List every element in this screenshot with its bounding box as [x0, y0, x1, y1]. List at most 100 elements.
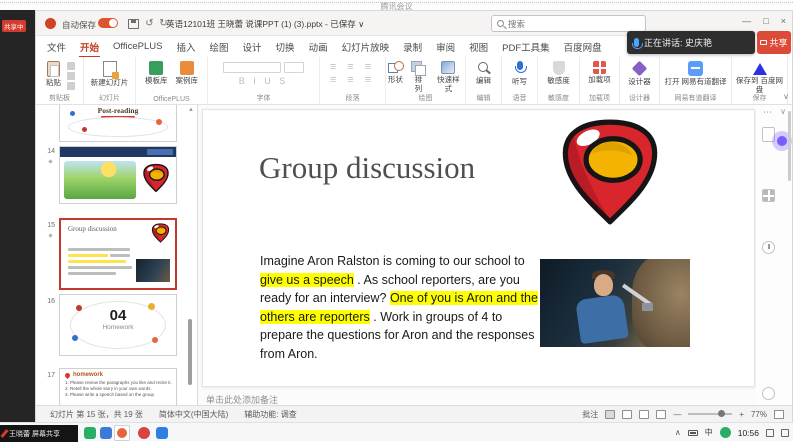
tab-review[interactable]: 审阅: [435, 38, 456, 56]
tab-draw[interactable]: 绘图: [209, 38, 230, 56]
thumbnail-slide-14[interactable]: [59, 146, 177, 204]
input-method-indicator[interactable]: 中: [705, 427, 713, 438]
document-title: 英语12101班 王晓蕾 说课PPT (1) (3).pptx - 已保存 ∨: [166, 18, 466, 30]
zoom-in-button[interactable]: +: [739, 410, 744, 419]
thumbnail-scrollbar[interactable]: [188, 319, 192, 385]
meeting-share-toolbar[interactable]: 王晓蕾 屏幕共享: [0, 425, 78, 442]
pin-logo[interactable]: [558, 118, 662, 226]
taskbar-app-green[interactable]: [84, 427, 96, 439]
thumbnail-slide-16[interactable]: 04 Homework: [59, 294, 177, 356]
tab-design[interactable]: 设计: [242, 38, 263, 56]
battery-icon[interactable]: [688, 430, 698, 436]
tab-baidu-netdisk[interactable]: 百度网盘: [563, 38, 603, 56]
zoom-slider-knob[interactable]: [718, 410, 725, 417]
normal-view-icon[interactable]: [605, 410, 615, 419]
youdao-translate-button[interactable]: 打开 网易有道翻译: [662, 60, 728, 88]
taskbar-app-blue[interactable]: [100, 427, 112, 439]
thumbnail-slide-17[interactable]: homework 1. Please review the paragraphs…: [59, 368, 177, 405]
slide-editing-area: Group discussion Imagine Aron Ralston is…: [198, 105, 756, 405]
maximize-button[interactable]: □: [763, 16, 768, 26]
paragraph-align-buttons[interactable]: ≡ ≡ ≡: [330, 62, 375, 73]
slide-scrollbar[interactable]: [788, 111, 791, 181]
scroll-up-icon[interactable]: ▲: [188, 107, 194, 113]
tab-insert[interactable]: 插入: [176, 38, 197, 56]
aron-ralston-photo[interactable]: [540, 259, 690, 347]
slideshow-view-icon[interactable]: [656, 410, 666, 419]
taskbar-app-blue2[interactable]: [156, 427, 168, 439]
text-line: [68, 266, 132, 269]
reading-view-icon[interactable]: [639, 410, 649, 419]
fit-slide-icon[interactable]: [774, 410, 784, 419]
group-clipboard: 粘贴 剪贴板: [36, 57, 84, 104]
chevron-down-icon[interactable]: ∨: [780, 107, 786, 116]
tray-green-app-icon[interactable]: [720, 427, 731, 438]
dictate-button[interactable]: 听写: [510, 60, 529, 88]
side-bottom-icon[interactable]: [762, 387, 775, 400]
sensitivity-button[interactable]: 敏感度: [545, 60, 572, 87]
cut-icon[interactable]: [67, 62, 75, 70]
copy-icon[interactable]: [67, 72, 75, 80]
designer-icon: [632, 61, 648, 77]
minimize-button[interactable]: —: [742, 16, 751, 26]
powerpoint-app-icon[interactable]: [45, 18, 56, 29]
font-size-select[interactable]: [284, 62, 304, 73]
arrange-button[interactable]: 排列: [409, 60, 428, 94]
format-painter-icon[interactable]: [67, 82, 75, 90]
tab-pdf-tools[interactable]: PDF工具集: [501, 38, 551, 56]
tray-expand-icon[interactable]: ∧: [675, 428, 681, 437]
template-library-button[interactable]: 模板库: [143, 60, 170, 87]
tab-home[interactable]: 开始: [79, 38, 100, 56]
thumb14-illustration: [64, 161, 136, 199]
case-library-button[interactable]: 案例库: [174, 60, 201, 87]
tab-transitions[interactable]: 切换: [275, 38, 296, 56]
shapes-button[interactable]: 形状: [386, 60, 405, 86]
show-desktop-icon[interactable]: [781, 429, 789, 437]
taskbar-app-red[interactable]: [138, 427, 150, 439]
quick-styles-button[interactable]: 快速样式: [432, 60, 465, 94]
font-style-buttons[interactable]: B I U S: [239, 76, 289, 86]
tab-file[interactable]: 文件: [46, 38, 67, 56]
clock[interactable]: 10:56: [738, 428, 759, 438]
tab-record[interactable]: 录制: [402, 38, 423, 56]
close-button[interactable]: ×: [781, 16, 786, 26]
autosave-toggle[interactable]: [98, 18, 118, 28]
slide-title[interactable]: Group discussion: [259, 150, 475, 186]
paste-button[interactable]: 粘贴: [44, 60, 63, 89]
trophy-decoration: [148, 303, 155, 310]
comments-button[interactable]: 批注: [582, 409, 598, 420]
group-paragraph: ≡ ≡ ≡ ≡ ≡ ≡ 段落: [320, 57, 386, 104]
editing-button[interactable]: 编辑: [474, 60, 493, 87]
tab-animations[interactable]: 动画: [308, 38, 329, 56]
save-to-baidu-button[interactable]: 保存到 百度网盘: [732, 60, 787, 95]
addins-button[interactable]: 加载项: [586, 60, 613, 86]
designer-button[interactable]: 设计器: [626, 60, 653, 88]
font-name-select[interactable]: [223, 62, 281, 73]
undo-icon[interactable]: ↺: [144, 19, 155, 29]
new-slide-button[interactable]: 新建幻灯片: [89, 60, 131, 89]
current-slide-canvas[interactable]: Group discussion Imagine Aron Ralston is…: [202, 109, 755, 387]
taskbar-app-active[interactable]: [114, 425, 130, 441]
tab-view[interactable]: 视图: [468, 38, 489, 56]
decoration: [70, 111, 75, 116]
search-box[interactable]: [491, 15, 646, 32]
tab-slideshow[interactable]: 幻灯片放映: [341, 38, 391, 56]
slide-paragraph[interactable]: Imagine Aron Ralston is coming to our sc…: [260, 252, 538, 363]
zoom-slider[interactable]: [688, 413, 732, 415]
thumbnail-slide-15-selected[interactable]: Group discussion: [59, 218, 177, 290]
meeting-share-button[interactable]: 共享: [757, 31, 791, 54]
overflow-icon[interactable]: ⋯: [763, 107, 772, 118]
thumbnail-slide-13[interactable]: Post-reading: [59, 105, 177, 142]
side-grid-icon[interactable]: [762, 189, 775, 202]
language-indicator[interactable]: 简体中文(中国大陆): [159, 409, 228, 420]
tab-officeplus[interactable]: OfficePLUS: [112, 39, 163, 54]
accessibility-indicator[interactable]: 辅助功能: 调查: [244, 409, 296, 420]
collapse-ribbon-icon[interactable]: ∨: [783, 92, 789, 101]
slide-sorter-view-icon[interactable]: [622, 410, 632, 419]
zoom-out-button[interactable]: —: [673, 410, 681, 419]
search-input[interactable]: [508, 19, 640, 29]
notification-icon[interactable]: [766, 429, 774, 437]
paragraph-list-buttons[interactable]: ≡ ≡ ≡: [330, 75, 375, 86]
zoom-level[interactable]: 77%: [751, 410, 767, 419]
clock-icon[interactable]: [762, 241, 775, 254]
save-icon[interactable]: [128, 19, 139, 29]
